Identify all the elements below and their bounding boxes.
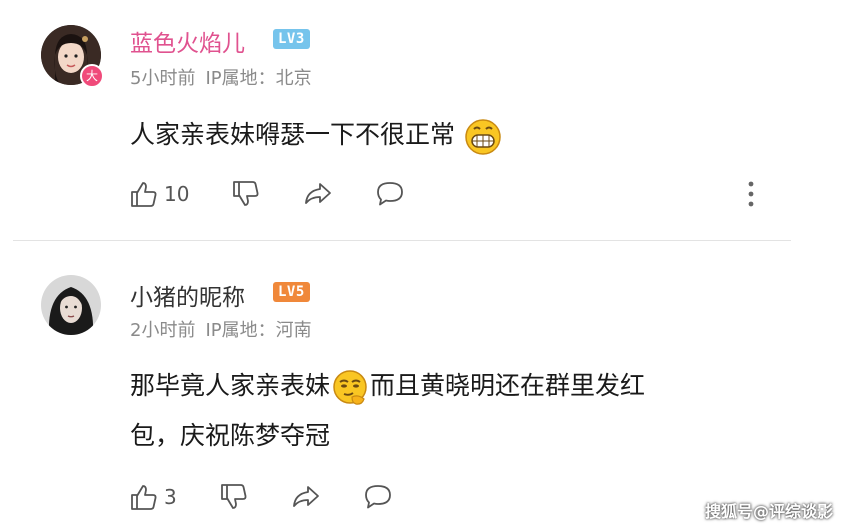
username[interactable]: 小猪的昵称 [130,278,245,312]
smirking-thinking-face-icon [330,367,370,407]
comment-time: 5小时前 [130,68,196,89]
thumbs-down-icon [233,181,259,206]
comment-text: 包，庆祝陈梦夺冠 [130,421,331,450]
comment-bubble-icon [377,182,403,206]
level-badge: LV3 [273,29,310,49]
thumbs-down-icon [221,484,247,509]
like-button[interactable]: 3 [128,481,177,513]
share-icon [305,183,331,204]
dislike-button[interactable] [230,178,262,210]
comment-item: 小猪的昵称 LV5 2小时前 IP属地：河南 那毕竟人家亲表妹 而且黄晓明还在群里… [0,241,847,530]
comment-bubble-icon [365,485,391,509]
like-count: 10 [164,182,190,206]
share-icon [293,486,319,507]
comment-text: 而且黄晓明还在群里发红 [370,371,646,400]
comment-actions: 10 [128,178,828,210]
watermark: 搜狐号@评综谈影 [704,502,833,521]
username[interactable]: 蓝色火焰儿 [130,24,245,58]
comment-content: 人家亲表妹嘚瑟一下不很正常 [130,110,503,160]
like-button[interactable]: 10 [128,178,189,210]
share-button[interactable] [290,481,322,513]
reply-button[interactable] [362,481,394,513]
comment-meta: 2小时前 IP属地：河南 [130,316,312,342]
reply-button[interactable] [374,178,406,210]
like-count: 3 [164,485,177,509]
ip-label: IP属地： [205,320,276,341]
verified-badge: 大 [80,64,104,88]
more-options-icon[interactable] [745,180,757,208]
ip-location: 河南 [275,320,312,341]
ip-label: IP属地： [205,68,276,89]
comment-text: 那毕竟人家亲表妹 [130,371,331,400]
ip-location: 北京 [275,68,312,89]
thumbs-up-icon [131,182,157,207]
comment-text: 人家亲表妹嘚瑟一下不很正常 [130,120,456,149]
level-badge: LV5 [273,282,310,302]
comment-meta: 5小时前 IP属地：北京 [130,64,312,90]
thumbs-up-icon [131,485,157,510]
avatar[interactable] [41,275,101,335]
grinning-face-icon [463,116,503,156]
comment-time: 2小时前 [130,320,196,341]
comment-item: 大 蓝色火焰儿 LV3 5小时前 IP属地：北京 人家亲表妹嘚瑟一下不很正常 10 [0,0,847,240]
dislike-button[interactable] [218,481,250,513]
comment-content: 那毕竟人家亲表妹 而且黄晓明还在群里发红 包，庆祝陈梦夺冠 [130,361,790,461]
share-button[interactable] [302,178,334,210]
